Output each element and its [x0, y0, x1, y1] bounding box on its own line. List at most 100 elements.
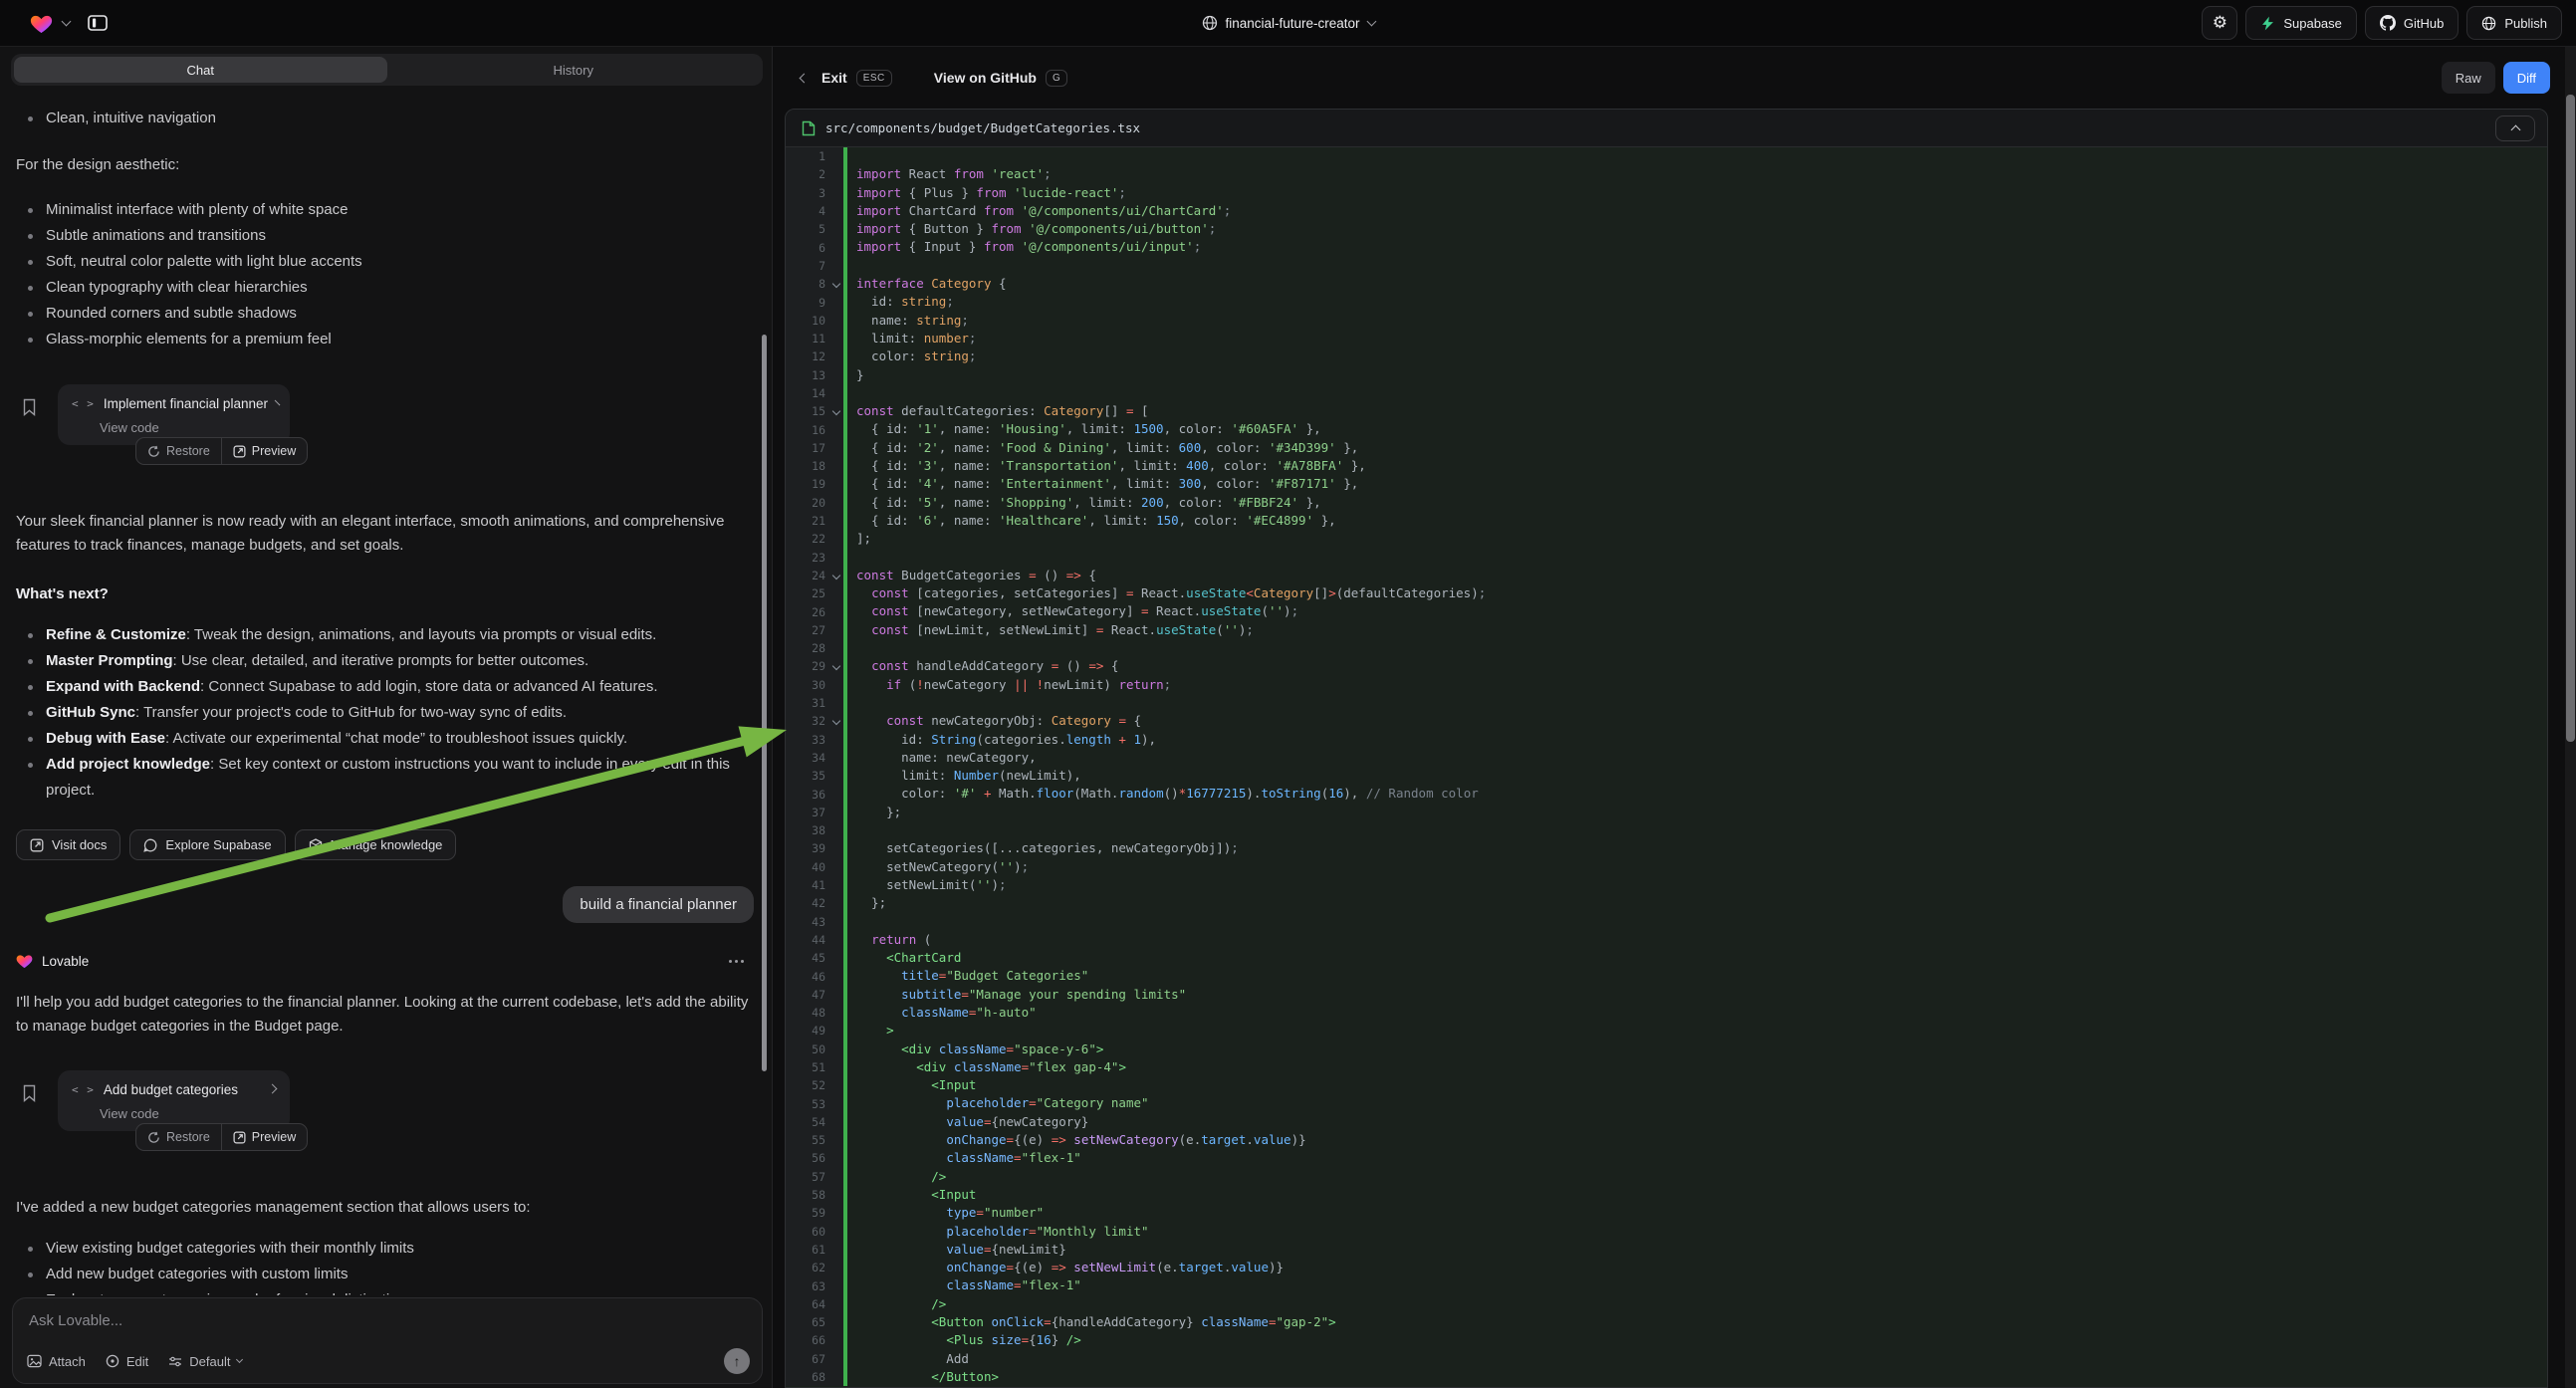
fold-chevron-icon[interactable]: [832, 572, 840, 579]
line-number[interactable]: 38: [786, 821, 843, 839]
line-number[interactable]: 61: [786, 1241, 843, 1259]
line-number[interactable]: 4: [786, 202, 843, 220]
line-number[interactable]: 11: [786, 330, 843, 347]
panel-toggle-icon[interactable]: [88, 14, 108, 32]
line-number[interactable]: 67: [786, 1350, 843, 1368]
line-number[interactable]: 65: [786, 1313, 843, 1331]
composer-input[interactable]: Ask Lovable...: [29, 1312, 746, 1329]
fold-chevron-icon[interactable]: [832, 280, 840, 288]
line-number[interactable]: 8: [786, 275, 843, 293]
settings-button[interactable]: ⚙: [2202, 6, 2237, 40]
line-number[interactable]: 5: [786, 220, 843, 238]
line-number[interactable]: 25: [786, 584, 843, 602]
view-on-github-button[interactable]: View on GitHub: [934, 70, 1037, 86]
line-number[interactable]: 31: [786, 694, 843, 712]
line-number[interactable]: 43: [786, 912, 843, 930]
line-number[interactable]: 3: [786, 184, 843, 202]
tab-history[interactable]: History: [387, 57, 761, 83]
fold-chevron-icon[interactable]: [832, 717, 840, 725]
line-number[interactable]: 46: [786, 967, 843, 985]
exit-button[interactable]: Exit: [821, 70, 847, 86]
line-number[interactable]: 55: [786, 1131, 843, 1149]
line-number[interactable]: 15: [786, 402, 843, 420]
line-number[interactable]: 59: [786, 1204, 843, 1222]
line-number[interactable]: 34: [786, 749, 843, 767]
line-number[interactable]: 49: [786, 1022, 843, 1040]
chevron-down-icon[interactable]: [1366, 17, 1376, 27]
line-number[interactable]: 66: [786, 1331, 843, 1349]
supabase-button[interactable]: Supabase: [2245, 6, 2357, 40]
line-number[interactable]: 23: [786, 549, 843, 567]
line-number[interactable]: 33: [786, 731, 843, 749]
view-code-link[interactable]: View code: [100, 1106, 276, 1121]
line-number[interactable]: 18: [786, 457, 843, 475]
line-number[interactable]: 35: [786, 767, 843, 785]
line-number[interactable]: 51: [786, 1058, 843, 1076]
line-number[interactable]: 36: [786, 785, 843, 803]
line-number[interactable]: 21: [786, 512, 843, 530]
line-number[interactable]: 41: [786, 876, 843, 894]
manage-knowledge-button[interactable]: Manage knowledge: [295, 829, 457, 860]
line-number[interactable]: 10: [786, 312, 843, 330]
line-number[interactable]: 42: [786, 894, 843, 912]
line-number[interactable]: 29: [786, 657, 843, 675]
fold-chevron-icon[interactable]: [832, 407, 840, 415]
line-number[interactable]: 56: [786, 1149, 843, 1167]
tab-chat[interactable]: Chat: [14, 57, 387, 83]
chat-scrollbar[interactable]: [762, 335, 767, 1071]
publish-button[interactable]: Publish: [2466, 6, 2562, 40]
line-number[interactable]: 52: [786, 1076, 843, 1094]
github-button[interactable]: GitHub: [2365, 6, 2459, 40]
edit-card[interactable]: < >Implement financial plannerView code: [58, 384, 290, 445]
line-number[interactable]: 2: [786, 165, 843, 183]
line-number[interactable]: 64: [786, 1295, 843, 1313]
line-number[interactable]: 48: [786, 1004, 843, 1022]
raw-toggle-button[interactable]: Raw: [2442, 62, 2495, 94]
explore-supabase-button[interactable]: Explore Supabase: [129, 829, 285, 860]
line-number[interactable]: 16: [786, 420, 843, 438]
restore-button[interactable]: Restore: [136, 438, 221, 464]
chat-message-list[interactable]: Clean, intuitive navigationFor the desig…: [0, 86, 772, 1295]
restore-button[interactable]: Restore: [136, 1124, 221, 1150]
line-number[interactable]: 45: [786, 949, 843, 967]
line-number[interactable]: 17: [786, 439, 843, 457]
line-number[interactable]: 63: [786, 1276, 843, 1294]
collapse-file-button[interactable]: [2495, 116, 2535, 141]
attach-button[interactable]: Attach: [27, 1354, 86, 1369]
line-number[interactable]: 22: [786, 530, 843, 548]
line-number[interactable]: 19: [786, 475, 843, 493]
line-number[interactable]: 13: [786, 366, 843, 384]
mode-select[interactable]: Default: [168, 1354, 242, 1369]
line-number[interactable]: 32: [786, 712, 843, 730]
line-number[interactable]: 44: [786, 931, 843, 949]
line-number[interactable]: 37: [786, 804, 843, 821]
line-number[interactable]: 39: [786, 839, 843, 857]
edit-card[interactable]: < >Add budget categoriesView code: [58, 1070, 290, 1131]
line-number[interactable]: 6: [786, 238, 843, 256]
file-header[interactable]: src/components/budget/BudgetCategories.t…: [786, 110, 2547, 147]
line-number[interactable]: 40: [786, 858, 843, 876]
project-title[interactable]: financial-future-creator: [1225, 16, 1359, 31]
visit-docs-button[interactable]: Visit docs: [16, 829, 120, 860]
line-number[interactable]: 27: [786, 621, 843, 639]
line-number[interactable]: 12: [786, 347, 843, 365]
line-number[interactable]: 9: [786, 293, 843, 311]
line-number[interactable]: 50: [786, 1041, 843, 1058]
code-diff-view[interactable]: 12import React from 'react';3import { Pl…: [786, 147, 2547, 1386]
edit-button[interactable]: Edit: [106, 1354, 148, 1369]
send-button[interactable]: ↑: [724, 1348, 750, 1374]
lovable-logo-icon[interactable]: [30, 13, 53, 34]
line-number[interactable]: 54: [786, 1113, 843, 1131]
line-number[interactable]: 7: [786, 257, 843, 275]
line-number[interactable]: 28: [786, 639, 843, 657]
line-number[interactable]: 62: [786, 1259, 843, 1276]
line-number[interactable]: 47: [786, 986, 843, 1004]
chevron-down-icon[interactable]: [62, 17, 72, 27]
line-number[interactable]: 68: [786, 1368, 843, 1386]
view-code-link[interactable]: View code: [100, 420, 276, 435]
line-number[interactable]: 26: [786, 602, 843, 620]
preview-button[interactable]: Preview: [221, 438, 307, 464]
bookmark-icon[interactable]: [22, 1084, 37, 1102]
more-options-icon[interactable]: [729, 960, 754, 963]
line-number[interactable]: 24: [786, 567, 843, 584]
